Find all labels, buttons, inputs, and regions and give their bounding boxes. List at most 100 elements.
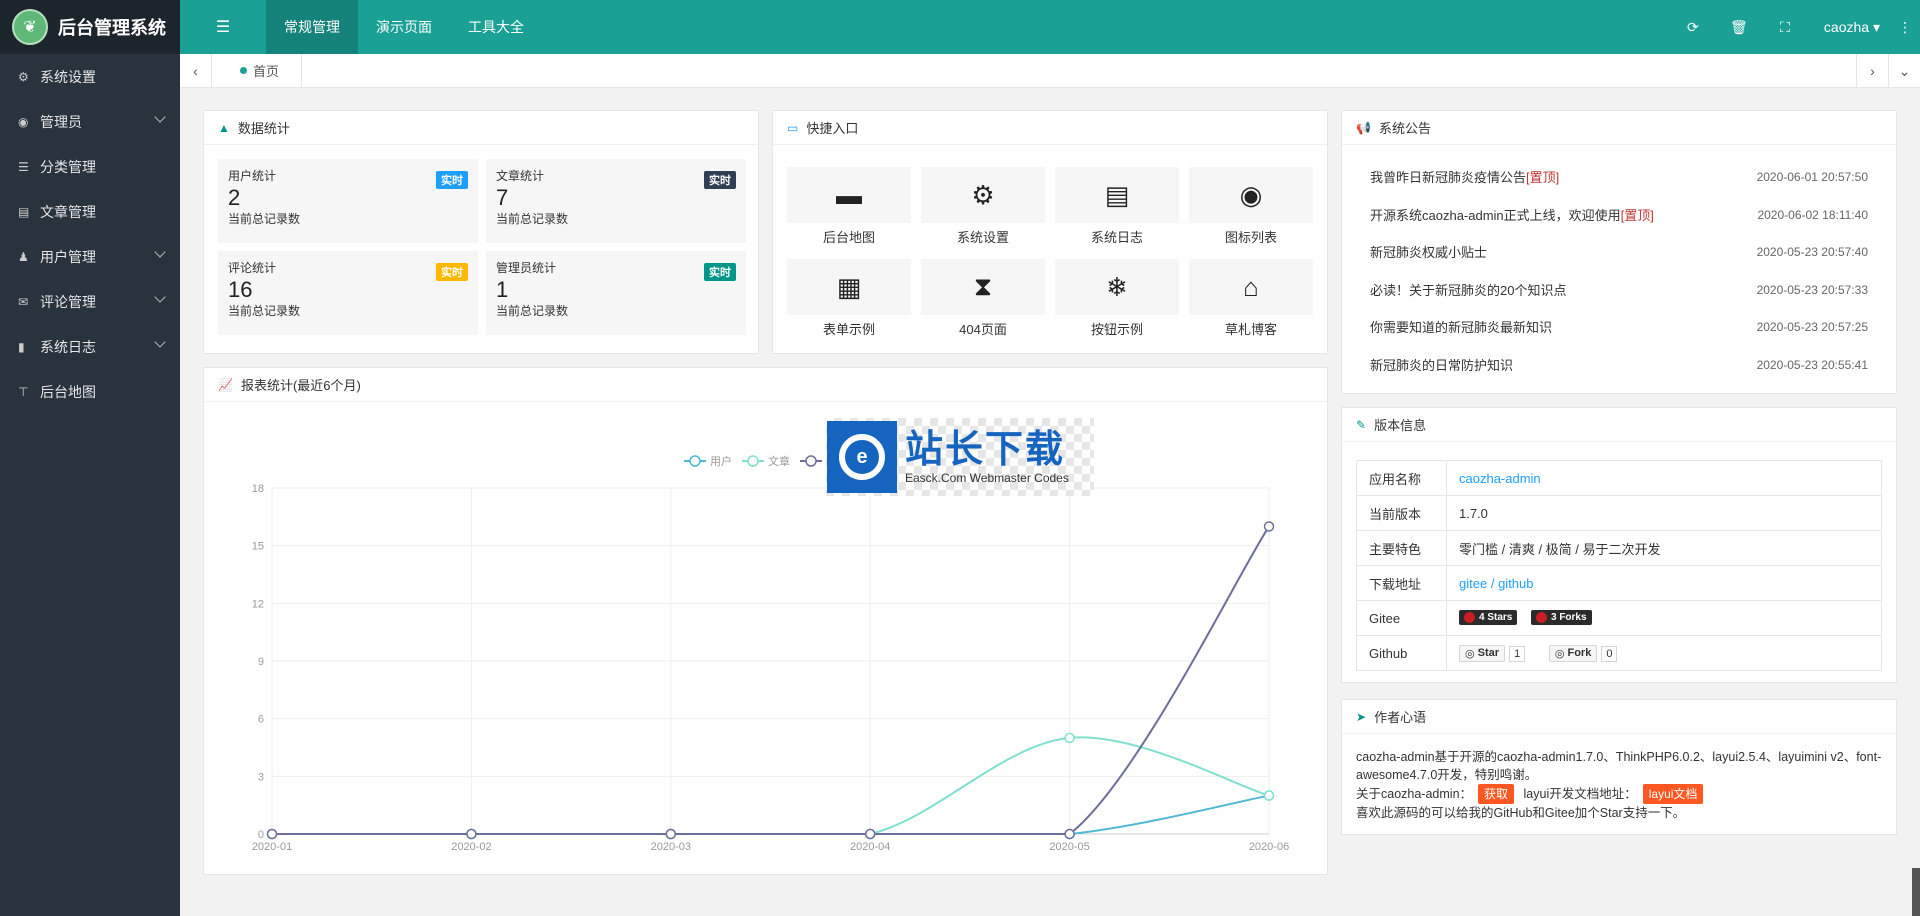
line-chart: 0 3 6 9 12 15 18 2020-01 2020-02 2020-03 2020-04 20… [252,454,1289,853]
stat-tile: 管理员统计 1 当前总记录数 实时 [486,251,746,335]
notice-time: 2020-06-01 20:57:50 [1756,170,1868,184]
notice-item[interactable]: 你需要知道的新冠肺炎最新知识 [1370,317,1552,336]
author-text: caozha-admin基于开源的caozha-admin1.7.0、Think… [1356,748,1886,822]
stat-value: 16 [228,277,253,302]
quick-entry-label[interactable]: 按钮示例 [1055,319,1179,338]
quick-entry-button[interactable]: ◉ [1189,167,1313,223]
stat-value: 7 [496,185,509,210]
sidebar-item[interactable]: ♟ 用户管理 [0,234,180,279]
github-link[interactable]: github [1498,576,1533,591]
y-tick-label: 0 [258,829,264,841]
sidebar-item[interactable]: ▮ 系统日志 [0,324,180,369]
quick-entry-button[interactable]: ❄ [1055,259,1179,315]
gitee-stars-badge[interactable]: 4 Stars [1459,610,1518,625]
legend-label: 文章 [768,454,790,468]
user-icon: ♟ [18,249,29,264]
signpost-icon: ⊤ [18,384,29,399]
quick-entry-button[interactable]: ⌂ [1189,259,1313,315]
author-line-1: caozha-admin基于开源的caozha-admin1.7.0、Think… [1356,750,1882,782]
quick-entry-label[interactable]: 后台地图 [787,227,911,246]
quick-card-header: ▭ 快捷入口 [773,111,1327,145]
stat-tile: 用户统计 2 当前总记录数 实时 [218,159,478,243]
version-key: 下载地址 [1356,565,1447,601]
sidebar-item-label: 后台地图 [40,383,96,400]
watermark-logo-mark: e [839,434,885,480]
series-line [272,736,1270,836]
tab-demo[interactable]: 演示页面 [358,0,450,54]
legend-marker [805,455,817,467]
y-tick-label: 6 [258,714,264,726]
quick-entry-button[interactable]: ⚙ [921,167,1045,223]
window-icon: ▬ [836,179,862,210]
get-source-button[interactable]: 获取 [1478,784,1515,804]
quick-entry-label[interactable]: 系统设置 [921,227,1045,246]
notice-item[interactable]: 必读！关于新冠肺炎的20个知识点 [1370,280,1566,299]
quick-entry-label[interactable]: 系统日志 [1055,227,1179,246]
scrollbar[interactable] [1912,868,1920,916]
tab-scroll-right-icon[interactable]: › [1856,54,1888,88]
github-fork-button[interactable]: ◎ Fork [1548,644,1598,662]
data-point [466,828,477,840]
y-tick-label: 15 [252,541,264,553]
notice-item[interactable]: 新冠肺炎的日常防护知识 [1370,355,1513,374]
tab-tools[interactable]: 工具大全 [450,0,542,54]
notice-item[interactable]: 新冠肺炎权威小贴士 [1370,242,1487,261]
data-point [665,828,677,840]
stats-card: ▲ 数据统计 用户统计 2 当前总记录数 实时 文章统计 7 当前总记录数 实时 评论统计 16 当… [203,110,759,354]
app-name-link[interactable]: caozha-admin [1459,471,1541,486]
credit-card-icon: ▭ [787,120,799,135]
line-chart-icon: 📈 [218,377,233,392]
tab-scroll-left-icon[interactable]: ‹ [180,53,212,88]
version-table: 应用名称 caozha-admin 当前版本 1.7.0 主要特色 零门槛 / … [1356,460,1882,671]
file-text-icon: ▤ [1104,179,1130,210]
stats-card-header: ▲ 数据统计 [204,111,758,145]
user-menu[interactable]: caozha ▾ [1808,19,1890,36]
table-row: 主要特色 零门槛 / 清爽 / 极简 / 易于二次开发 [1356,530,1882,566]
quick-entry-button[interactable]: ▦ [787,259,911,315]
github-icon: ◎ [1554,647,1568,660]
tab-options-chevron-down-icon[interactable]: ⌄ [1888,54,1920,88]
chevron-down-icon [154,291,166,303]
github-star-button[interactable]: ◎ Star [1459,644,1506,662]
topbar: ☰ 常规管理 演示页面 工具大全 ⟳ 🗑 ⛶ caozha ▾ ⋮ [180,0,1920,54]
menu-toggle-icon[interactable]: ☰ [180,0,266,54]
tab-home[interactable]: 首页 [212,53,303,88]
sidebar-item[interactable]: ▤ 文章管理 [0,189,180,234]
gitee-forks-badge[interactable]: 3 Forks [1530,610,1592,625]
quick-entry-button[interactable]: ▤ [1055,167,1179,223]
quick-entry-button[interactable]: ▬ [787,167,911,223]
leaf-logo-icon: ❦ [12,9,48,45]
quick-entry-button[interactable]: ⧗ [921,259,1045,315]
hourglass-icon: ⧗ [973,271,993,301]
sidebar-item[interactable]: ⚙ 系统设置 [0,54,180,99]
notice-item[interactable]: 开源系统caozha-admin正式上线，欢迎使用[置顶] [1370,205,1654,224]
version-card: ✎ 版本信息 应用名称 caozha-admin 当前版本 1.7.0 主要特色… [1341,407,1897,683]
more-vertical-icon[interactable]: ⋮ [1890,19,1920,36]
sidebar-item[interactable]: ✉ 评论管理 [0,279,180,324]
gitee-link[interactable]: gitee [1459,576,1487,591]
link-separator: / [1490,575,1495,591]
gears-icon: ⚙ [18,69,29,84]
quick-entry-label[interactable]: 图标列表 [1189,227,1313,246]
refresh-icon[interactable]: ⟳ [1670,19,1716,36]
quick-entry-label[interactable]: 404页面 [921,319,1045,338]
fullscreen-icon[interactable]: ⛶ [1762,19,1808,36]
author-line-2: 关于caozha-admin： 获取 layui开发文档地址： layui文档 [1356,784,1886,804]
quick-entry-label[interactable]: 表单示例 [787,319,911,338]
sidebar-item[interactable]: ⊤ 后台地图 [0,369,180,414]
watermark-logo: e [827,421,897,493]
sidebar-item[interactable]: ☰ 分类管理 [0,144,180,189]
app-logo[interactable]: ❦ 后台管理系统 [0,0,180,54]
stat-value: 1 [496,277,509,302]
active-dot [240,67,247,74]
version-key: Github [1356,635,1447,671]
legend-marker [747,455,759,467]
layui-docs-button[interactable]: layui文档 [1642,784,1704,804]
data-point [864,828,876,840]
trash-icon[interactable]: 🗑 [1716,19,1762,36]
sidebar-item[interactable]: ◉ 管理员 [0,99,180,144]
tab-routine[interactable]: 常规管理 [266,0,358,54]
notice-text: 我曾昨日新冠肺炎疫情公告 [1370,170,1527,185]
notice-item[interactable]: 我曾昨日新冠肺炎疫情公告[置顶] [1370,167,1559,186]
quick-entry-label[interactable]: 草札博客 [1189,319,1313,338]
